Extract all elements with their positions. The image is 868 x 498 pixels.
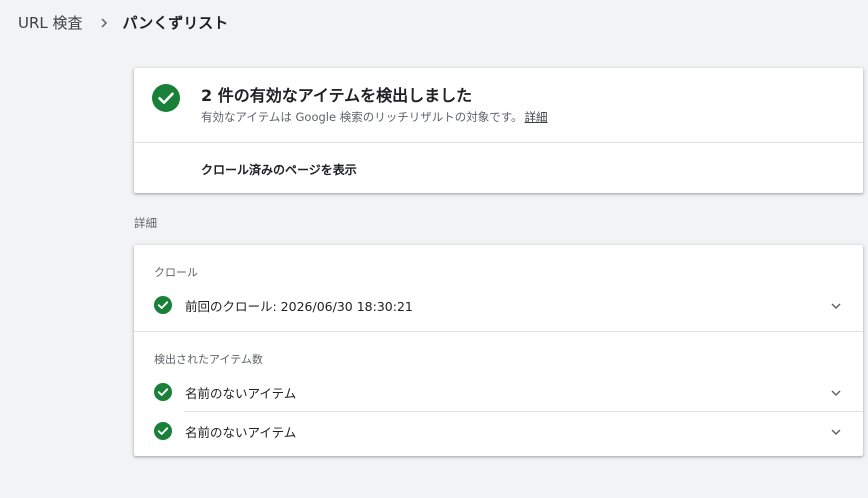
- item-label: 名前のないアイテム: [185, 385, 297, 401]
- chevron-down-icon[interactable]: [829, 424, 843, 438]
- chevron-right-icon: [97, 16, 111, 30]
- item-row[interactable]: 名前のないアイテム: [134, 412, 863, 450]
- breadcrumb: URL 検査 パンくずリスト: [18, 12, 228, 33]
- page-title: パンくずリスト: [122, 14, 229, 32]
- summary-subtitle-text: 有効なアイテムは Google 検索のリッチリザルトの対象です。: [201, 110, 523, 124]
- summary-card: 2 件の有効なアイテムを検出しました 有効なアイテムは Google 検索のリッ…: [134, 68, 863, 193]
- summary-title: 2 件の有効なアイテムを検出しました: [201, 86, 473, 105]
- divider: [134, 142, 863, 143]
- chevron-down-icon[interactable]: [829, 385, 843, 399]
- crawl-group-label: クロール: [154, 266, 198, 279]
- details-card: クロール 前回のクロール: 2026/06/30 18:30:21 検出されたア…: [134, 245, 863, 456]
- details-link[interactable]: 詳細: [525, 110, 548, 124]
- check-circle-icon: [152, 84, 180, 112]
- last-crawl-label: 前回のクロール: 2026/06/30 18:30:21: [185, 298, 413, 314]
- detected-items-label: 検出されたアイテム数: [154, 353, 263, 366]
- item-label: 名前のないアイテム: [185, 424, 297, 440]
- check-circle-icon: [154, 422, 172, 440]
- breadcrumb-url-inspection[interactable]: URL 検査: [18, 12, 83, 33]
- details-section-label: 詳細: [134, 216, 157, 230]
- chevron-down-icon[interactable]: [829, 298, 843, 312]
- divider: [134, 331, 863, 332]
- summary-subtitle: 有効なアイテムは Google 検索のリッチリザルトの対象です。 詳細: [201, 109, 548, 125]
- view-crawled-page-button[interactable]: クロール済みのページを表示: [201, 161, 357, 178]
- check-circle-icon: [154, 296, 172, 314]
- last-crawl-row[interactable]: 前回のクロール: 2026/06/30 18:30:21: [134, 286, 863, 324]
- check-circle-icon: [154, 383, 172, 401]
- item-row[interactable]: 名前のないアイテム: [134, 373, 863, 411]
